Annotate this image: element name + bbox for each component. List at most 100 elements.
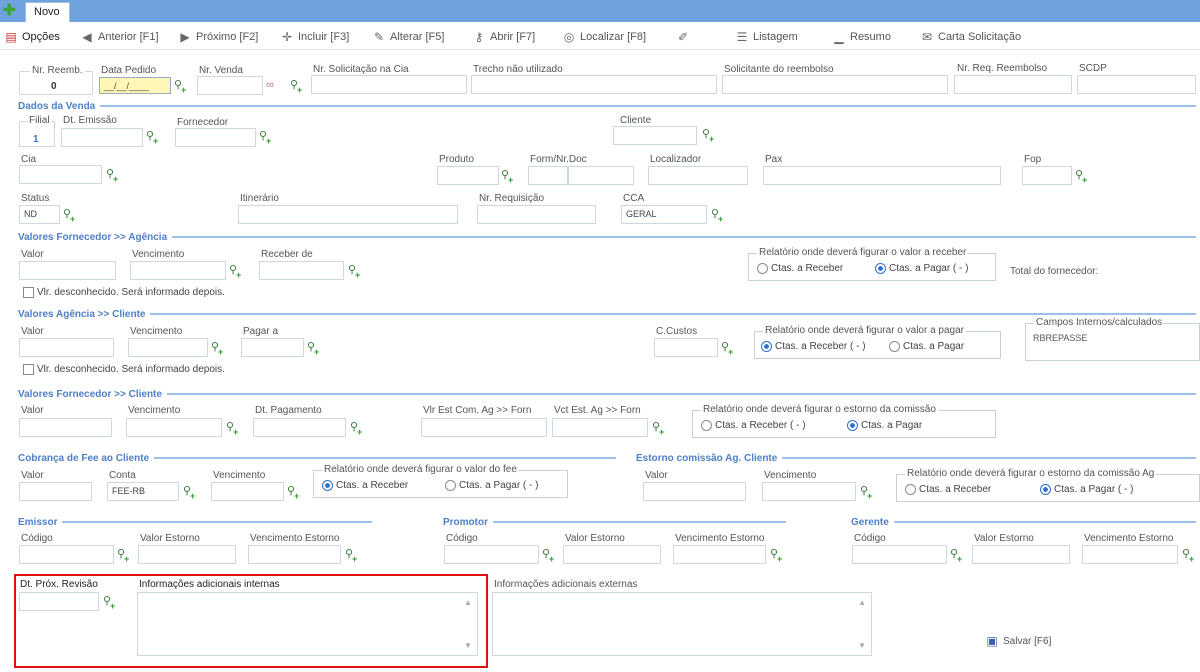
- estorno-receber-radio[interactable]: Ctas. a Receber: [905, 484, 991, 495]
- nr-doc-input[interactable]: [568, 166, 634, 185]
- nr-req-input[interactable]: [954, 75, 1072, 94]
- forn-ag-vencimento-search-icon[interactable]: ⚲ +: [229, 263, 243, 280]
- scdp-input[interactable]: [1077, 75, 1196, 94]
- itinerario-input[interactable]: [238, 205, 458, 224]
- promotor-vencimento-search-icon[interactable]: ⚲ +: [770, 547, 784, 564]
- dt-pagamento-input[interactable]: [253, 418, 346, 437]
- fornecedor-input[interactable]: [175, 128, 256, 147]
- scroll-down-icon[interactable]: ▼: [464, 641, 472, 650]
- receber-de-input[interactable]: [259, 261, 344, 280]
- promotor-codigo-input[interactable]: [444, 545, 539, 564]
- estorno-vencimento-input[interactable]: [762, 482, 856, 501]
- cia-input[interactable]: [19, 165, 102, 184]
- resumo-button[interactable]: ▁ Resumo: [832, 30, 891, 44]
- conta-search-icon[interactable]: ⚲ +: [183, 484, 197, 501]
- scroll-down-icon[interactable]: ▼: [858, 641, 866, 650]
- nr-venda-input[interactable]: [197, 76, 263, 95]
- forn-cli-receber-radio[interactable]: Ctas. a Receber ( - ): [701, 420, 806, 431]
- cliente-input[interactable]: [613, 126, 697, 145]
- forn-cli-valor-input[interactable]: [19, 418, 112, 437]
- gerente-codigo-search-icon[interactable]: ⚲ +: [950, 547, 964, 564]
- anterior-button[interactable]: ◀ Anterior [F1]: [80, 30, 158, 44]
- fee-vencimento-search-icon[interactable]: ⚲ +: [287, 484, 301, 501]
- cia-search-icon[interactable]: ⚲ +: [106, 167, 120, 184]
- promotor-codigo-search-icon[interactable]: ⚲ +: [542, 547, 556, 564]
- nr-solicitacao-input[interactable]: [311, 75, 467, 94]
- attach-button[interactable]: ✐: [676, 30, 690, 44]
- conta-input[interactable]: FEE-RB: [107, 482, 179, 501]
- forn-cli-vencimento-input[interactable]: [126, 418, 222, 437]
- pagar-a-input[interactable]: [241, 338, 304, 357]
- forn-ag-vencimento-input[interactable]: [130, 261, 226, 280]
- abrir-button[interactable]: ⚷ Abrir [F7]: [472, 30, 536, 44]
- cca-input[interactable]: GERAL: [621, 205, 707, 224]
- produto-search-icon[interactable]: ⚲ +: [501, 168, 515, 185]
- ccustos-input[interactable]: [654, 338, 718, 357]
- vct-est-search-icon[interactable]: ⚲ +: [652, 420, 666, 437]
- receber-de-search-icon[interactable]: ⚲ +: [348, 263, 362, 280]
- vct-est-input[interactable]: [552, 418, 648, 437]
- promotor-valor-input[interactable]: [563, 545, 661, 564]
- estorno-valor-input[interactable]: [643, 482, 746, 501]
- solicitante-input[interactable]: [722, 75, 948, 94]
- listagem-button[interactable]: ☰ Listagem: [735, 30, 798, 44]
- gerente-codigo-input[interactable]: [852, 545, 947, 564]
- estorno-pagar-radio[interactable]: Ctas. a Pagar ( - ): [1040, 484, 1133, 495]
- dt-prox-revisao-search-icon[interactable]: ⚲ +: [103, 594, 117, 611]
- incluir-button[interactable]: ✛ Incluir [F3]: [280, 30, 349, 44]
- produto-input[interactable]: [437, 166, 499, 185]
- pagar-a-search-icon[interactable]: ⚲ +: [307, 340, 321, 357]
- emissor-vencimento-input[interactable]: [248, 545, 341, 564]
- ag-cli-receber-radio[interactable]: Ctas. a Receber ( - ): [761, 341, 866, 352]
- dt-pagamento-search-icon[interactable]: ⚲ +: [350, 420, 364, 437]
- forn-cli-vencimento-search-icon[interactable]: ⚲ +: [226, 420, 240, 437]
- forn-cli-pagar-radio[interactable]: Ctas. a Pagar: [847, 420, 922, 431]
- nr-requisicao-input[interactable]: [477, 205, 596, 224]
- fop-search-icon[interactable]: ⚲ +: [1075, 168, 1089, 185]
- dt-emissao-input[interactable]: [61, 128, 143, 147]
- gerente-vencimento-input[interactable]: [1082, 545, 1178, 564]
- scroll-up-icon[interactable]: ▲: [464, 598, 472, 607]
- alterar-button[interactable]: ✎ Alterar [F5]: [372, 30, 444, 44]
- forn-ag-receber-radio[interactable]: Ctas. a Receber: [757, 263, 843, 274]
- proximo-button[interactable]: ▶ Próximo [F2]: [178, 30, 258, 44]
- trecho-input[interactable]: [471, 75, 717, 94]
- scroll-up-icon[interactable]: ▲: [858, 598, 866, 607]
- gerente-valor-input[interactable]: [972, 545, 1070, 564]
- dt-emissao-search-icon[interactable]: ⚲ +: [146, 129, 160, 146]
- fee-valor-input[interactable]: [19, 482, 92, 501]
- fornecedor-search-icon[interactable]: ⚲ +: [259, 129, 273, 146]
- ag-cli-vencimento-input[interactable]: [128, 338, 208, 357]
- emissor-codigo-input[interactable]: [19, 545, 114, 564]
- info-internas-textarea[interactable]: ▲ ▼: [137, 592, 478, 656]
- cliente-search-icon[interactable]: ⚲ +: [702, 127, 716, 144]
- data-pedido-search-icon[interactable]: ⚲ +: [174, 78, 188, 95]
- status-search-icon[interactable]: ⚲ +: [63, 207, 77, 224]
- fee-receber-radio[interactable]: Ctas. a Receber: [322, 480, 408, 491]
- localizar-button[interactable]: ◎ Localizar [F8]: [562, 30, 646, 44]
- data-pedido-input[interactable]: __/__/____: [99, 77, 171, 94]
- ag-cli-vencimento-search-icon[interactable]: ⚲ +: [211, 340, 225, 357]
- emissor-vencimento-search-icon[interactable]: ⚲ +: [345, 547, 359, 564]
- ccustos-search-icon[interactable]: ⚲ +: [721, 340, 735, 357]
- carta-solicitacao-button[interactable]: ✉ Carta Solicitação: [920, 30, 1021, 44]
- pax-input[interactable]: [763, 166, 1001, 185]
- nr-venda-search-icon[interactable]: ⚲ +: [290, 78, 304, 95]
- forn-ag-valor-input[interactable]: [19, 261, 116, 280]
- estorno-vencimento-search-icon[interactable]: ⚲ +: [860, 484, 874, 501]
- salvar-button[interactable]: ▣ Salvar [F6]: [985, 634, 1051, 648]
- promotor-vencimento-input[interactable]: [673, 545, 766, 564]
- link-icon[interactable]: ∞: [266, 78, 280, 92]
- fee-vencimento-input[interactable]: [211, 482, 284, 501]
- localizador-input[interactable]: [648, 166, 748, 185]
- gerente-vencimento-search-icon[interactable]: ⚲ +: [1182, 547, 1196, 564]
- cca-search-icon[interactable]: ⚲ +: [711, 207, 725, 224]
- info-externas-textarea[interactable]: ▲ ▼: [492, 592, 872, 656]
- opcoes-button[interactable]: ▤ Opções: [4, 30, 60, 44]
- ag-cli-valor-input[interactable]: [19, 338, 114, 357]
- ag-cli-unknown-checkbox[interactable]: Vlr. desconhecido. Será informado depois…: [23, 364, 225, 375]
- dt-prox-revisao-input[interactable]: [19, 592, 99, 611]
- fee-pagar-radio[interactable]: Ctas. a Pagar ( - ): [445, 480, 538, 491]
- ag-cli-pagar-radio[interactable]: Ctas. a Pagar: [889, 341, 964, 352]
- emissor-valor-input[interactable]: [138, 545, 236, 564]
